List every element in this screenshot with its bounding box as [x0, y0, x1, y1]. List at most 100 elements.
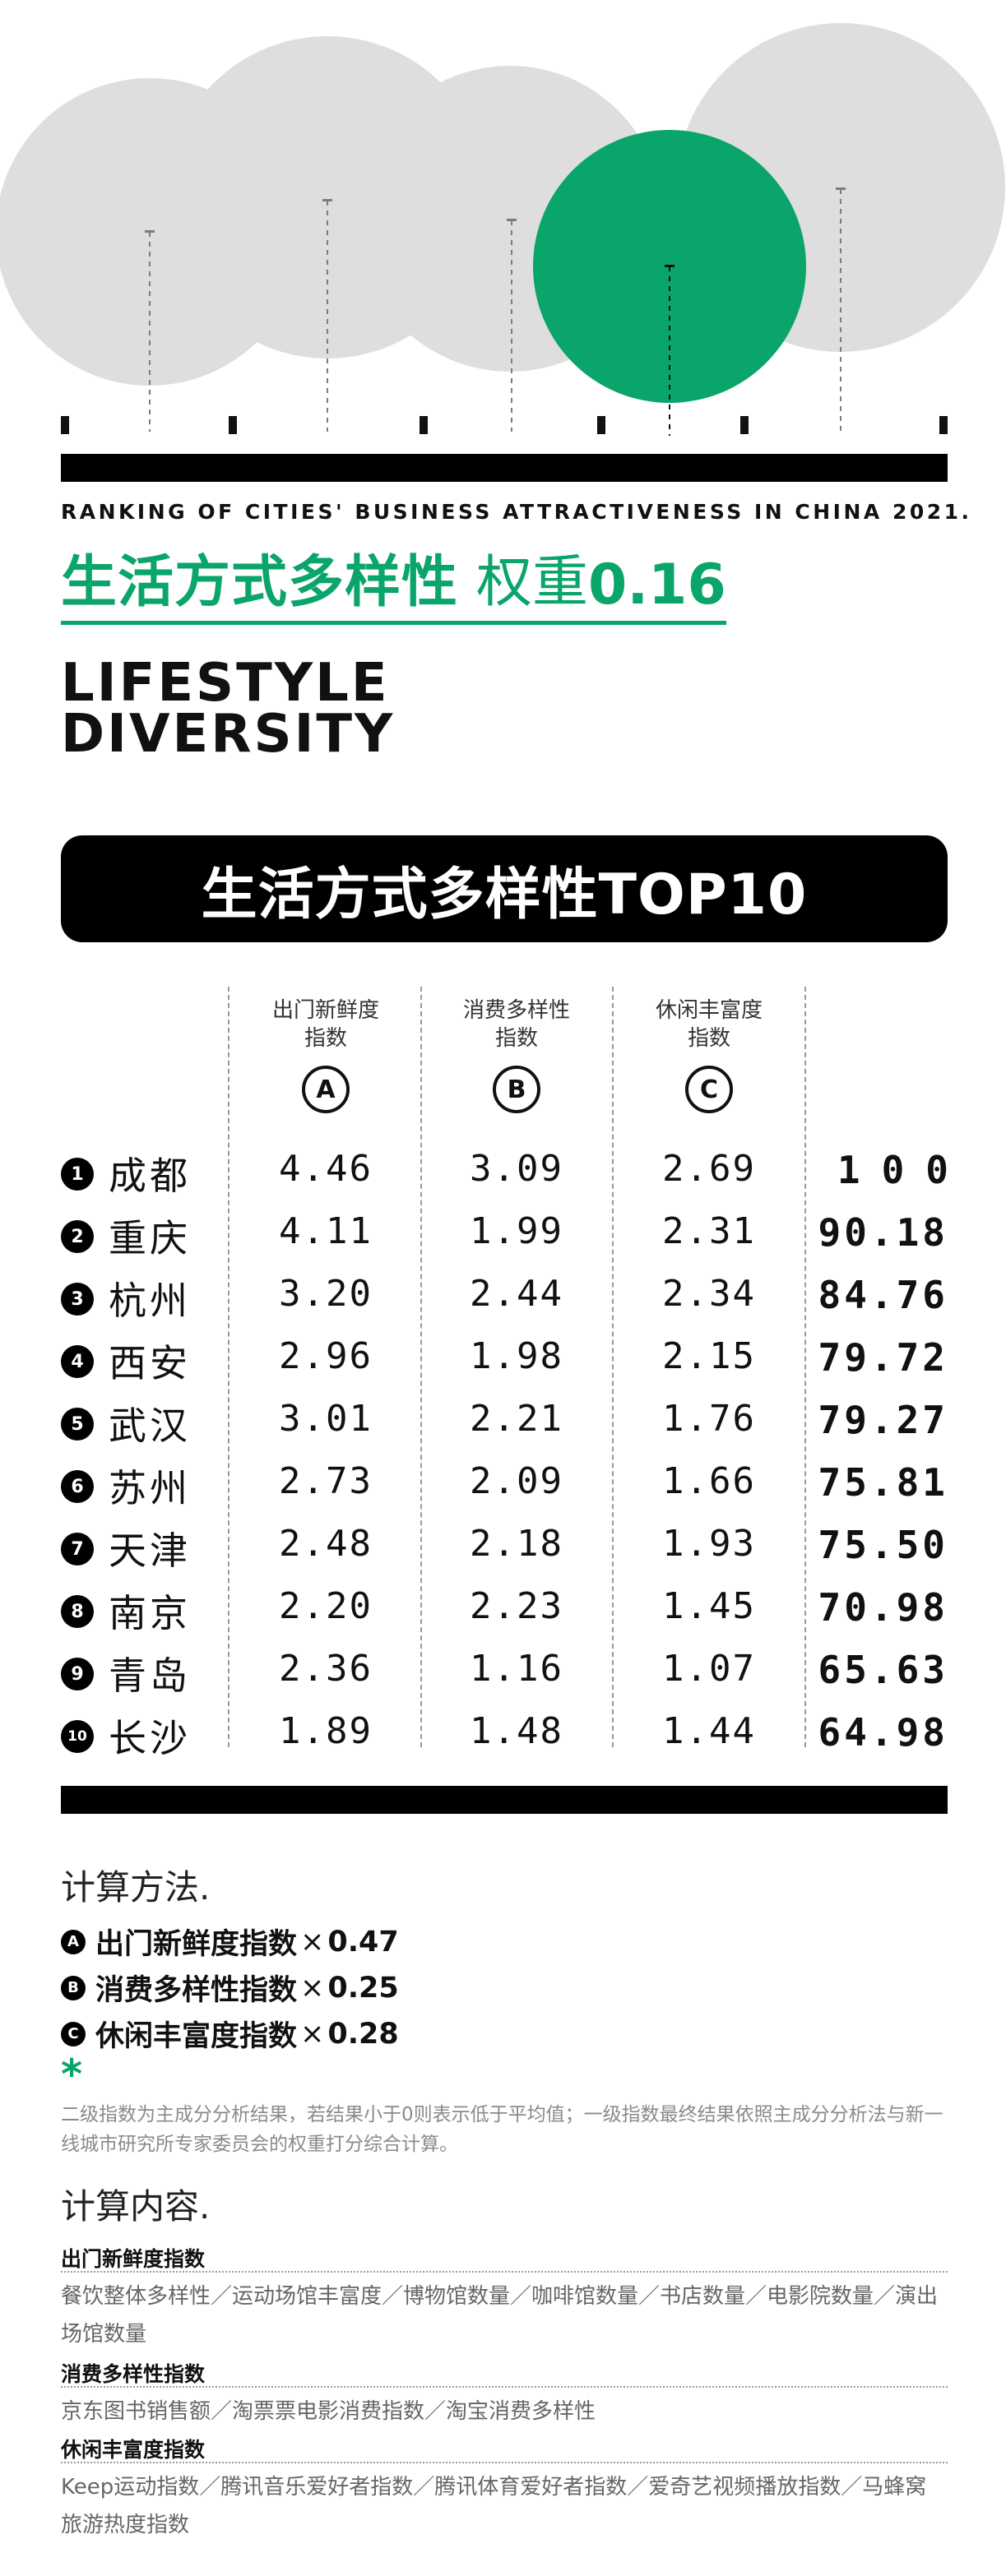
rank-badge: 6: [61, 1470, 94, 1503]
column-letter-a: A: [302, 1066, 350, 1113]
index-value-c: 1.45: [662, 1585, 756, 1627]
index-value-b: 1.16: [470, 1648, 563, 1690]
rank-badge: 2: [61, 1220, 94, 1253]
column-letter-c: C: [685, 1066, 733, 1113]
index-value-c: 1.44: [662, 1710, 756, 1752]
formula-times-c: ×: [300, 2017, 325, 2051]
content-title: 计算内容.: [61, 2186, 211, 2227]
rank-badge: 9: [61, 1658, 94, 1690]
rank-badge: 8: [61, 1595, 94, 1628]
index-value-a: 2.36: [279, 1648, 373, 1690]
content-body-b: 京东图书销售额／淘票票电影消费指数／淘宝消费多样性: [61, 2399, 596, 2424]
formula-name-a: 出门新鲜度指数: [95, 1928, 298, 1961]
content-heading-b: 消费多样性指数: [61, 2358, 948, 2388]
index-value-c: 1.76: [662, 1398, 756, 1440]
formula-letter-b: B: [61, 1975, 86, 2000]
column-header-c-line1: 休闲丰富度: [655, 998, 763, 1023]
column-header-b: 消费多样性 指数: [426, 997, 607, 1052]
section-title-en-line2: DIVERSITY: [61, 704, 396, 765]
column-header-a: 出门新鲜度 指数: [235, 997, 416, 1052]
city-name: 西安: [109, 1341, 191, 1385]
table-row: 2 重庆 4.11 1.99 2.31 90.18: [0, 1200, 1006, 1263]
section-title-en-line1: LIFESTYLE: [61, 653, 390, 714]
index-value-b: 1.48: [470, 1710, 563, 1752]
index-value-b: 1.99: [470, 1210, 563, 1252]
index-value-a: 2.20: [279, 1585, 373, 1627]
formula-times-b: ×: [300, 1971, 325, 2005]
index-value-b: 3.09: [470, 1148, 563, 1190]
total-score: 64.98: [818, 1710, 948, 1755]
top10-banner: 生活方式多样性TOP10: [61, 835, 948, 942]
weight-label: 权重: [476, 550, 589, 615]
table-row: 1 成都 4.46 3.09 2.69 100: [0, 1138, 1006, 1200]
index-value-b: 2.44: [470, 1273, 563, 1315]
formula-weight-a: 0.47: [327, 1925, 399, 1959]
column-header-b-line1: 消费多样性: [462, 998, 570, 1023]
hero-base-bar: [61, 454, 948, 482]
city-name: 成都: [109, 1154, 191, 1198]
method-title: 计算方法.: [61, 1867, 211, 1908]
index-value-c: 2.15: [662, 1335, 756, 1377]
column-header-b-line2: 指数: [494, 1026, 538, 1051]
rank-badge: 1: [61, 1158, 94, 1191]
footnote-asterisk: *: [61, 2051, 83, 2098]
total-score: 75.50: [818, 1523, 948, 1567]
formula-name-c: 休闲丰富度指数: [95, 2020, 298, 2053]
city-name: 长沙: [109, 1716, 191, 1760]
column-header-c-line2: 指数: [687, 1026, 730, 1051]
top10-banner-title: 生活方式多样性TOP10: [201, 862, 808, 927]
index-value-b: 2.23: [470, 1585, 563, 1627]
table-row: 7 天津 2.48 2.18 1.93 75.50: [0, 1513, 1006, 1575]
table-row: 6 苏州 2.73 2.09 1.66 75.81: [0, 1450, 1006, 1513]
formula-name-b: 消费多样性指数: [95, 1974, 298, 2007]
index-value-a: 3.20: [279, 1273, 373, 1315]
index-value-a: 2.73: [279, 1460, 373, 1502]
city-name: 青岛: [109, 1653, 191, 1698]
table-row: 9 青岛 2.36 1.16 1.07 65.63: [0, 1638, 1006, 1700]
index-value-a: 3.01: [279, 1398, 373, 1440]
city-name: 天津: [109, 1528, 191, 1573]
formula-b: B 消费多样性指数 × 0.25: [61, 1967, 399, 2009]
total-score: 100: [837, 1148, 970, 1192]
column-letter-b: B: [493, 1066, 540, 1113]
index-value-c: 1.93: [662, 1523, 756, 1565]
formula-letter-a: A: [61, 1929, 86, 1954]
section-title-cn: 生活方式多样性 权重 0.16: [61, 549, 726, 625]
table-row: 10 长沙 1.89 1.48 1.44 64.98: [0, 1700, 1006, 1763]
rank-badge: 7: [61, 1533, 94, 1565]
index-value-a: 2.48: [279, 1523, 373, 1565]
index-value-a: 4.46: [279, 1148, 373, 1190]
rank-badge: 5: [61, 1408, 94, 1441]
table-row: 4 西安 2.96 1.98 2.15 79.72: [0, 1325, 1006, 1388]
index-value-b: 2.21: [470, 1398, 563, 1440]
report-eyebrow: RANKING OF CITIES' BUSINESS ATTRACTIVENE…: [61, 500, 972, 524]
section-title-en: LIFESTYLE DIVERSITY: [61, 653, 396, 765]
rank-badge: 10: [61, 1720, 94, 1753]
column-header-a-line2: 指数: [304, 1026, 347, 1051]
city-name: 重庆: [109, 1216, 191, 1260]
index-value-c: 2.31: [662, 1210, 756, 1252]
index-value-c: 1.07: [662, 1648, 756, 1690]
table-row: 8 南京 2.20 2.23 1.45 70.98: [0, 1575, 1006, 1638]
formula-weight-c: 0.28: [327, 2017, 399, 2051]
footnote-text: 二级指数为主成分分析结果，若结果小于0则表示低于平均值；一级指数最终结果依照主成…: [61, 2104, 943, 2155]
content-heading-a: 出门新鲜度指数: [61, 2243, 948, 2273]
section-title-text: 生活方式多样性: [61, 550, 459, 615]
city-name: 南京: [109, 1591, 191, 1635]
city-name: 杭州: [109, 1279, 191, 1323]
content-body-a: 餐饮整体多样性／运动场馆丰富度／博物馆数量／咖啡馆数量／书店数量／电影院数量／演…: [61, 2284, 939, 2347]
index-value-b: 2.09: [470, 1460, 563, 1502]
index-value-a: 1.89: [279, 1710, 373, 1752]
formula-times-a: ×: [300, 1925, 325, 1959]
index-value-c: 2.69: [662, 1148, 756, 1190]
formula-weight-b: 0.25: [327, 1971, 399, 2005]
city-name: 武汉: [109, 1404, 191, 1448]
column-header-c: 休闲丰富度 指数: [619, 997, 800, 1052]
total-score: 90.18: [818, 1210, 948, 1255]
total-score: 79.27: [818, 1398, 948, 1442]
formula-c: C 休闲丰富度指数 × 0.28: [61, 2013, 399, 2055]
table-row: 3 杭州 3.20 2.44 2.34 84.76: [0, 1263, 1006, 1325]
index-value-c: 2.34: [662, 1273, 756, 1315]
column-header-a-line1: 出门新鲜度: [271, 998, 379, 1023]
city-name: 苏州: [109, 1466, 191, 1510]
